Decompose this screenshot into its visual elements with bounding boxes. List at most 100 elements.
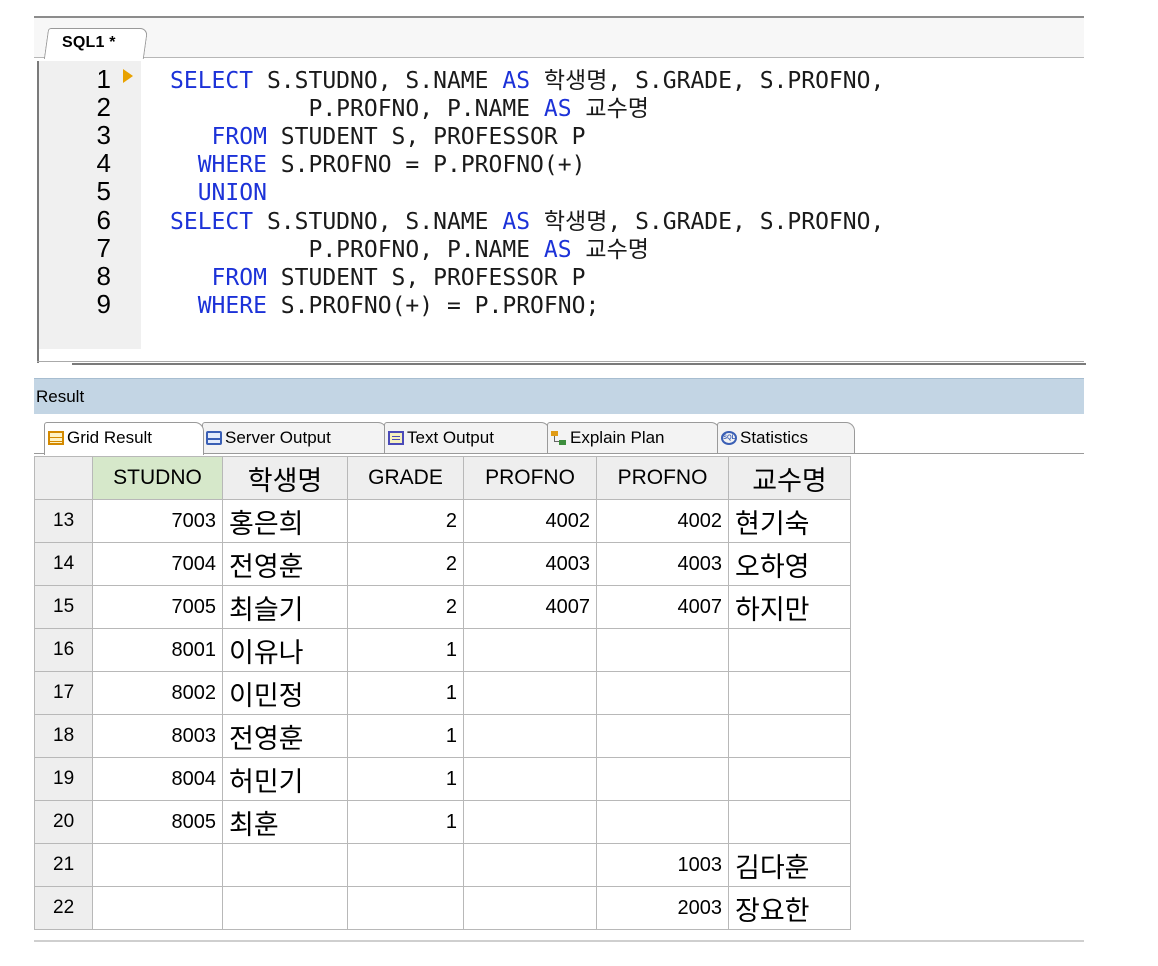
- table-cell[interactable]: 이유나: [222, 628, 348, 672]
- table-cell[interactable]: 7005: [92, 585, 223, 629]
- table-cell[interactable]: 2: [347, 585, 464, 629]
- table-cell[interactable]: 4003: [596, 542, 729, 586]
- grid-corner[interactable]: [34, 456, 93, 500]
- table-cell[interactable]: [92, 843, 223, 887]
- table-cell[interactable]: 8005: [92, 800, 223, 844]
- table-cell[interactable]: [463, 714, 597, 758]
- column-header[interactable]: GRADE: [347, 456, 464, 500]
- tab-server-output[interactable]: Server Output: [202, 422, 387, 454]
- table-cell[interactable]: [463, 800, 597, 844]
- table-cell[interactable]: 김다훈: [728, 843, 851, 887]
- table-row[interactable]: 15 7005 최슬기 2 4007 4007 하지만: [34, 585, 851, 629]
- table-cell[interactable]: [728, 800, 851, 844]
- table-cell[interactable]: 4003: [463, 542, 597, 586]
- table-cell[interactable]: 1003: [596, 843, 729, 887]
- tab-sql1-label[interactable]: SQL1 *: [62, 34, 116, 52]
- table-cell[interactable]: 4007: [596, 585, 729, 629]
- table-cell[interactable]: [222, 843, 348, 887]
- table-cell[interactable]: [728, 714, 851, 758]
- table-cell[interactable]: [728, 628, 851, 672]
- table-row[interactable]: 20 8005 최훈 1: [34, 800, 851, 844]
- table-cell[interactable]: 1: [347, 757, 464, 801]
- row-number[interactable]: 18: [34, 714, 93, 758]
- column-header[interactable]: PROFNO: [596, 456, 729, 500]
- table-cell[interactable]: 4002: [463, 499, 597, 543]
- column-header[interactable]: 학생명: [222, 456, 348, 500]
- table-cell[interactable]: 1: [347, 671, 464, 715]
- column-header[interactable]: PROFNO: [463, 456, 597, 500]
- table-cell[interactable]: 전영훈: [222, 542, 348, 586]
- table-cell[interactable]: [463, 843, 597, 887]
- table-row[interactable]: 14 7004 전영훈 2 4003 4003 오하영: [34, 542, 851, 586]
- result-grid[interactable]: STUDNO 학생명 GRADE PROFNO PROFNO 교수명 13 7003 홍은희 2…: [34, 456, 851, 930]
- table-cell[interactable]: 홍은희: [222, 499, 348, 543]
- row-number[interactable]: 13: [34, 499, 93, 543]
- table-cell[interactable]: [347, 886, 464, 930]
- table-cell[interactable]: [463, 671, 597, 715]
- table-row[interactable]: 22 2003 장요한: [34, 886, 851, 930]
- table-cell[interactable]: [463, 757, 597, 801]
- table-row[interactable]: 18 8003 전영훈 1: [34, 714, 851, 758]
- table-cell[interactable]: 8004: [92, 757, 223, 801]
- table-cell[interactable]: [596, 757, 729, 801]
- plan-icon: [551, 431, 567, 445]
- table-cell[interactable]: 하지만: [728, 585, 851, 629]
- table-cell[interactable]: 4002: [596, 499, 729, 543]
- line-number: 6: [96, 205, 111, 235]
- sql-keyword: AS: [543, 96, 572, 122]
- table-cell[interactable]: 최훈: [222, 800, 348, 844]
- table-cell[interactable]: [347, 843, 464, 887]
- table-cell[interactable]: 전영훈: [222, 714, 348, 758]
- table-row[interactable]: 13 7003 홍은희 2 4002 4002 현기숙: [34, 499, 851, 543]
- table-cell[interactable]: 8001: [92, 628, 223, 672]
- table-cell[interactable]: 4007: [463, 585, 597, 629]
- table-cell[interactable]: 8002: [92, 671, 223, 715]
- table-cell[interactable]: [596, 671, 729, 715]
- table-cell[interactable]: 2003: [596, 886, 729, 930]
- table-cell[interactable]: [222, 886, 348, 930]
- table-cell[interactable]: [463, 886, 597, 930]
- column-header[interactable]: 교수명: [728, 456, 851, 500]
- tab-explain-plan[interactable]: Explain Plan: [547, 422, 720, 454]
- table-row[interactable]: 16 8001 이유나 1: [34, 628, 851, 672]
- table-cell[interactable]: 이민정: [222, 671, 348, 715]
- row-number[interactable]: 15: [34, 585, 93, 629]
- table-cell[interactable]: 허민기: [222, 757, 348, 801]
- row-number[interactable]: 17: [34, 671, 93, 715]
- table-cell[interactable]: 8003: [92, 714, 223, 758]
- table-cell[interactable]: 7004: [92, 542, 223, 586]
- table-cell[interactable]: [463, 628, 597, 672]
- horizontal-scrollbar[interactable]: [37, 361, 1084, 362]
- row-number[interactable]: 16: [34, 628, 93, 672]
- table-cell[interactable]: [728, 671, 851, 715]
- table-cell[interactable]: 오하영: [728, 542, 851, 586]
- table-cell[interactable]: 1: [347, 714, 464, 758]
- tab-text-output[interactable]: Text Output: [384, 422, 550, 454]
- code-area[interactable]: 123456789 SELECT S.STUDNO, S.NAME AS 학생명…: [37, 61, 1086, 365]
- sql-text: 학생명, S.GRADE, S.PROFNO,: [530, 209, 885, 235]
- table-cell[interactable]: [92, 886, 223, 930]
- table-row[interactable]: 17 8002 이민정 1: [34, 671, 851, 715]
- row-number[interactable]: 14: [34, 542, 93, 586]
- row-number[interactable]: 22: [34, 886, 93, 930]
- table-cell[interactable]: 현기숙: [728, 499, 851, 543]
- tab-statistics[interactable]: SQL Statistics: [717, 422, 855, 454]
- table-row[interactable]: 19 8004 허민기 1: [34, 757, 851, 801]
- column-header[interactable]: STUDNO: [92, 456, 223, 500]
- table-row[interactable]: 21 1003 김다훈: [34, 843, 851, 887]
- table-cell[interactable]: [596, 628, 729, 672]
- table-cell[interactable]: [596, 714, 729, 758]
- table-cell[interactable]: 2: [347, 499, 464, 543]
- table-cell[interactable]: 최슬기: [222, 585, 348, 629]
- table-cell[interactable]: [728, 757, 851, 801]
- table-cell[interactable]: 7003: [92, 499, 223, 543]
- row-number[interactable]: 20: [34, 800, 93, 844]
- table-cell[interactable]: 2: [347, 542, 464, 586]
- tab-grid-result[interactable]: Grid Result: [44, 422, 204, 455]
- table-cell[interactable]: 1: [347, 800, 464, 844]
- table-cell[interactable]: 1: [347, 628, 464, 672]
- table-cell[interactable]: [596, 800, 729, 844]
- row-number[interactable]: 19: [34, 757, 93, 801]
- table-cell[interactable]: 장요한: [728, 886, 851, 930]
- row-number[interactable]: 21: [34, 843, 93, 887]
